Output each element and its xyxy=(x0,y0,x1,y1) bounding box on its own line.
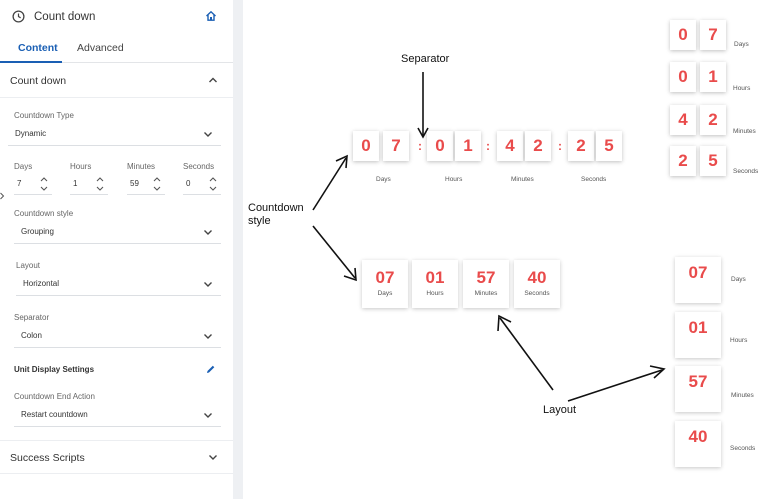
digit-box: 5 xyxy=(700,146,726,176)
digit-box: 0 xyxy=(427,131,453,161)
unit-label: Days xyxy=(376,176,391,183)
unit-label: Days xyxy=(734,41,749,48)
arrow-layout-up xyxy=(499,317,554,391)
digit-box: 5 xyxy=(596,131,622,161)
digit-box: 1 xyxy=(455,131,481,161)
grouped-unit-label: Minutes xyxy=(474,290,498,297)
digit-box: 4 xyxy=(670,105,696,135)
arrow-style-up xyxy=(312,157,347,211)
grouped-unit-box: 07 Days xyxy=(362,260,408,308)
annotation-arrows xyxy=(312,72,666,402)
arrow-layout-right xyxy=(567,369,663,402)
digit-box: 0 xyxy=(670,62,696,92)
grouped-unit-box: 40 Seconds xyxy=(514,260,560,308)
unit-label: Hours xyxy=(445,176,463,183)
separator-colon: : xyxy=(486,139,490,153)
grouped-unit-label: Hours xyxy=(426,290,444,297)
arrow-style-down xyxy=(312,225,356,279)
vertical-unit-box: 01 xyxy=(675,312,721,358)
digit-box: 2 xyxy=(670,146,696,176)
grouped-unit-box: 57 Minutes xyxy=(463,260,509,308)
unit-label: Hours xyxy=(733,85,751,92)
digit-box: 0 xyxy=(353,131,379,161)
unit-label: Seconds xyxy=(730,445,756,452)
grouped-unit-value: 01 xyxy=(425,268,445,287)
vertical-unit-box: 57 xyxy=(675,366,721,412)
digit-box: 0 xyxy=(670,20,696,50)
vertical-unit-box: 40 xyxy=(675,421,721,467)
unit-label: Minutes xyxy=(731,392,754,399)
unit-label: Seconds xyxy=(733,168,759,175)
grouped-unit-value: 57 xyxy=(476,268,496,287)
unit-label: Seconds xyxy=(581,176,607,183)
digit-box: 2 xyxy=(568,131,594,161)
unit-label: Minutes xyxy=(511,176,534,183)
digit-box: 2 xyxy=(700,105,726,135)
unit-label: Minutes xyxy=(733,128,756,135)
vertical-unit-box: 07 xyxy=(675,257,721,303)
unit-label: Days xyxy=(731,276,746,283)
separator-colon: : xyxy=(418,139,422,153)
grouped-unit-value: 40 xyxy=(527,268,547,287)
digit-box: 7 xyxy=(383,131,409,161)
grouped-unit-value: 07 xyxy=(375,268,395,287)
digit-box: 4 xyxy=(497,131,523,161)
grouped-unit-label: Days xyxy=(377,290,393,297)
unit-label: Hours xyxy=(730,337,748,344)
separator-colon: : xyxy=(558,139,562,153)
digit-box: 2 xyxy=(525,131,551,161)
digit-box: 1 xyxy=(700,62,726,92)
digit-box: 7 xyxy=(700,20,726,50)
grouped-unit-box: 01 Hours xyxy=(412,260,458,308)
grouped-unit-label: Seconds xyxy=(524,290,550,297)
